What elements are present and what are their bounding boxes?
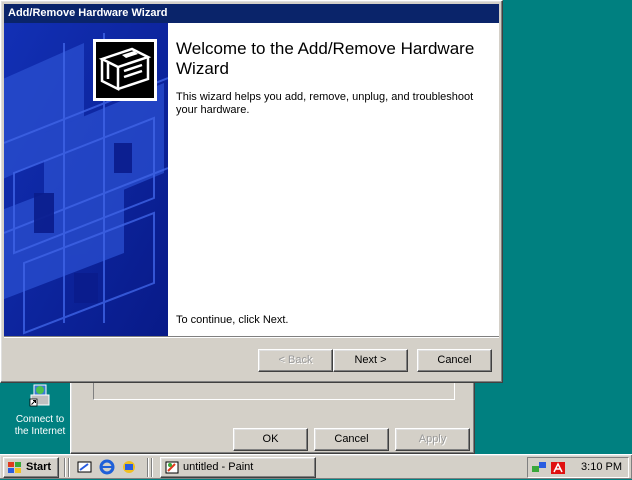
back-button[interactable]: < Back: [258, 349, 333, 372]
taskbar-divider: [147, 458, 149, 477]
windows-logo-icon: [8, 462, 21, 473]
wizard-title-bar[interactable]: Add/Remove Hardware Wizard: [4, 4, 499, 23]
next-button[interactable]: Next >: [333, 349, 408, 372]
show-desktop-icon[interactable]: [77, 459, 93, 475]
taskbar-divider: [68, 458, 70, 477]
paint-icon: [165, 461, 179, 474]
taskbar-button-label: untitled - Paint: [183, 461, 254, 473]
wizard-description: This wizard helps you add, remove, unplu…: [176, 91, 474, 116]
apply-button[interactable]: Apply: [395, 428, 470, 451]
connect-internet-icon: [29, 384, 50, 407]
continue-instruction: To continue, click Next.: [176, 314, 289, 326]
connect-to-internet-shortcut[interactable]: Connect to the Internet: [6, 383, 74, 438]
taskbar: Start untitled - Paint 3:10 PM: [0, 454, 632, 479]
icon-label-line1: Connect to: [15, 414, 65, 425]
network-icon[interactable]: [531, 460, 547, 476]
start-label: Start: [26, 461, 52, 473]
system-tray: 3:10 PM: [527, 457, 629, 478]
taskbar-button-paint[interactable]: untitled - Paint: [160, 457, 316, 478]
wizard-watermark-graphic: [4, 23, 168, 336]
internet-explorer-icon[interactable]: [99, 459, 115, 475]
add-remove-hardware-wizard: Add/Remove Hardware Wizard Welcome to th…: [0, 0, 503, 383]
outlook-express-icon[interactable]: [121, 459, 137, 475]
cancel-button[interactable]: Cancel: [417, 349, 492, 372]
taskbar-divider: [151, 458, 153, 477]
wizard-body: Welcome to the Add/Remove Hardware Wizar…: [4, 23, 499, 336]
background-dialog: OK Cancel Apply: [70, 372, 475, 454]
icon-label-line2: the Internet: [14, 426, 66, 437]
wizard-side-panel: [4, 23, 168, 336]
ok-button[interactable]: OK: [233, 428, 308, 451]
wizard-heading: Welcome to the Add/Remove Hardware Wizar…: [176, 39, 475, 78]
taskbar-divider: [64, 458, 66, 477]
bg-cancel-button[interactable]: Cancel: [314, 428, 389, 451]
ati-display-icon[interactable]: [550, 460, 566, 476]
start-button[interactable]: Start: [3, 457, 59, 478]
clock[interactable]: 3:10 PM: [581, 461, 622, 473]
wizard-separator: [4, 336, 499, 338]
